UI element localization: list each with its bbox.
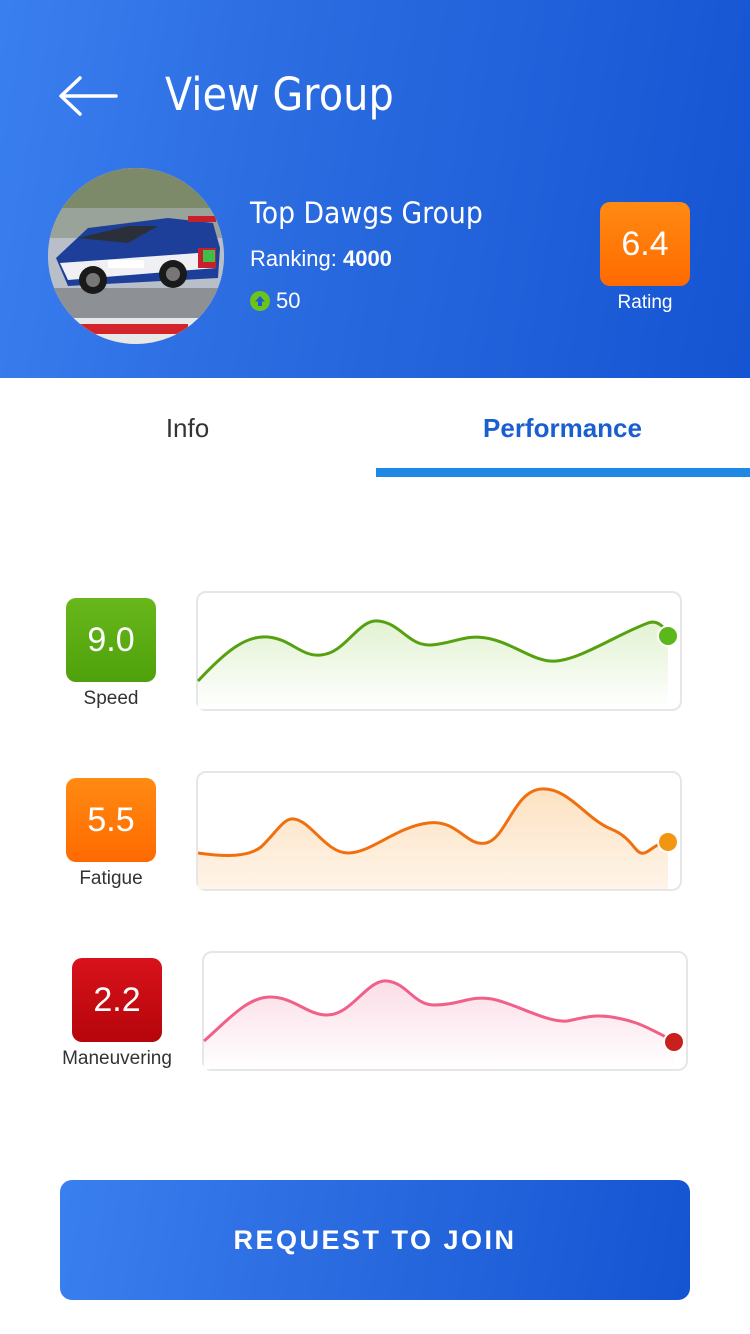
maneuvering-label: Maneuvering xyxy=(62,1048,172,1069)
speed-badge: 9.0 xyxy=(66,598,156,682)
fatigue-chart xyxy=(196,771,682,891)
active-tab-indicator xyxy=(376,468,750,477)
back-button[interactable] xyxy=(56,72,120,120)
group-header: View Group Top Dawgs Group Ranking: 4000 xyxy=(0,0,750,378)
speed-chart xyxy=(196,591,682,711)
arrow-up-circle-icon xyxy=(250,291,270,311)
speed-label: Speed xyxy=(83,688,139,709)
group-upvotes: 50 xyxy=(250,288,300,314)
fatigue-current-point xyxy=(659,833,677,851)
arrow-left-icon xyxy=(59,76,118,116)
maneuvering-current-point xyxy=(665,1033,683,1051)
ranking-label: Ranking: xyxy=(250,246,337,271)
rating-badge: 6.4 xyxy=(600,202,690,286)
speed-current-point xyxy=(659,627,677,645)
race-car-image xyxy=(48,168,224,344)
page-title: View Group xyxy=(165,68,394,121)
rating-label: Rating xyxy=(617,292,673,313)
request-to-join-button[interactable]: REQUEST TO JOIN xyxy=(60,1180,690,1300)
fatigue-label: Fatigue xyxy=(79,868,143,889)
tab-performance[interactable]: Performance xyxy=(375,378,750,478)
fatigue-badge: 5.5 xyxy=(66,778,156,862)
upvote-count: 50 xyxy=(276,288,301,313)
group-ranking: Ranking: 4000 xyxy=(250,246,392,272)
tab-bar: Info Performance xyxy=(0,378,750,478)
ranking-value: 4000 xyxy=(342,246,392,271)
group-name: Top Dawgs Group xyxy=(250,196,483,230)
maneuvering-chart xyxy=(202,951,688,1071)
tab-info[interactable]: Info xyxy=(0,378,375,478)
group-avatar xyxy=(48,168,224,344)
maneuvering-badge: 2.2 xyxy=(72,958,162,1042)
